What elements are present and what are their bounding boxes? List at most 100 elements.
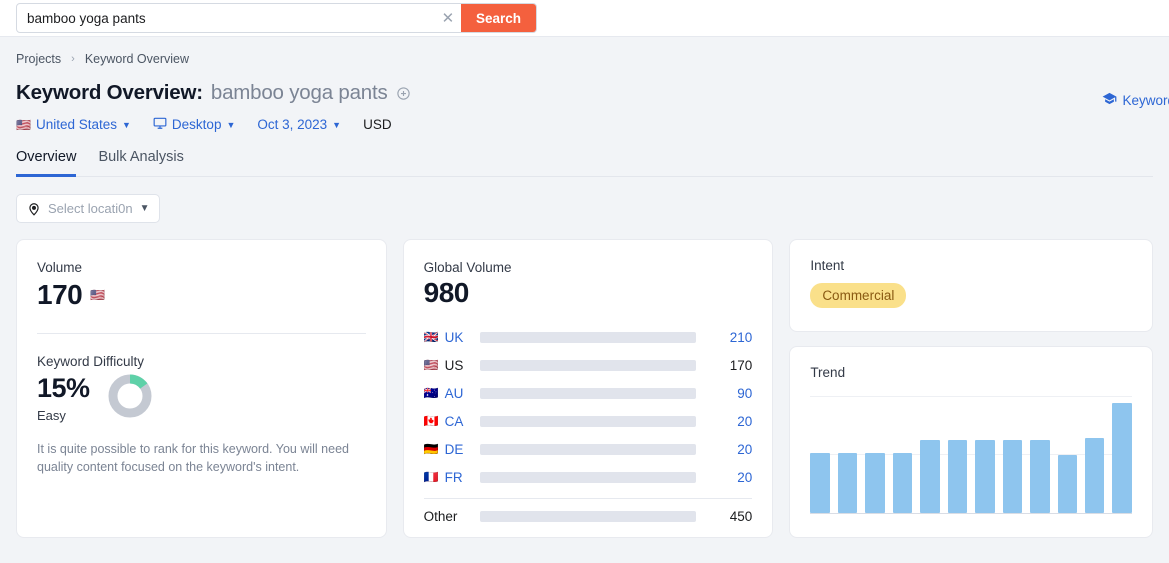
trend-bar — [1002, 440, 1023, 513]
country-selector[interactable]: 🇺🇸 United States ▼ — [16, 117, 131, 132]
clear-search-icon[interactable]: ✕ — [434, 4, 461, 32]
global-volume-label: Global Volume — [423, 260, 512, 275]
search-button[interactable]: Search — [460, 4, 536, 32]
meta-row: 🇺🇸 United States ▼ Desktop ▼ Oct 3, 2023… — [16, 116, 1153, 133]
country-link-fr[interactable]: 🇫🇷 FR — [424, 470, 480, 485]
column-middle: Global Volume 980 🇬🇧 UK 210 🇺🇸 US 170 🇦🇺 AU 90 🇨🇦… — [402, 239, 774, 538]
global-volume-row-other: Other 450 — [424, 502, 753, 530]
column-left: Volume 170 🇺🇸 Keyword Difficulty 15% Eas… — [16, 239, 387, 538]
global-volume-row: 🇬🇧 UK 210 — [424, 323, 753, 351]
country-link-us: 🇺🇸 US — [424, 358, 480, 373]
country-label: United States — [35, 117, 117, 132]
trend-bar — [1112, 403, 1132, 513]
country-link-de[interactable]: 🇩🇪 DE — [424, 442, 480, 457]
global-volume-total: 980 — [423, 277, 470, 308]
keyword-difficulty-row: 15% Easy — [37, 373, 366, 424]
volume-value: 170 — [37, 279, 83, 310]
country-code-label: CA — [444, 413, 464, 429]
global-volume-rows: 🇬🇧 UK 210 🇺🇸 US 170 🇦🇺 AU 90 🇨🇦 CA 20 🇩🇪 DE 20 🇫🇷 FR 20 — [424, 323, 753, 491]
country-code-label: AU — [444, 385, 464, 401]
country-code-label: US — [444, 357, 464, 373]
intent-label: Intent — [810, 258, 845, 273]
ca-flag-icon: 🇨🇦 — [423, 414, 439, 428]
trend-bar — [1057, 454, 1077, 513]
intent-badge[interactable]: Commercial — [810, 283, 907, 308]
volume-value[interactable]: 20 — [696, 470, 752, 485]
volume-value-other: 450 — [729, 508, 753, 524]
volume-bar-track — [479, 471, 697, 483]
add-keyword-icon[interactable] — [396, 86, 411, 101]
search-bar: ✕ Search — [0, 0, 1169, 37]
us-flag-icon: 🇺🇸 — [423, 358, 439, 372]
us-flag-icon: 🇺🇸 — [16, 117, 31, 132]
volume-label: Volume — [37, 260, 83, 275]
country-link-uk[interactable]: 🇬🇧 UK — [424, 330, 480, 345]
volume-value-row: 170 🇺🇸 — [37, 279, 366, 311]
tab-bar: Overview Bulk Analysis — [16, 149, 1153, 177]
country-link-au[interactable]: 🇦🇺 AU — [424, 386, 480, 401]
intent-card: Intent Commercial — [789, 239, 1153, 332]
chevron-down-icon: ▼ — [332, 119, 342, 130]
device-label: Desktop — [171, 117, 222, 132]
keyword-difficulty-percent: 15% — [37, 373, 90, 404]
page-title: Keyword Overview: — [16, 81, 203, 104]
global-volume-row: 🇦🇺 AU 90 — [424, 379, 753, 407]
page-body: Projects › Keyword Overview Keyword Keyw… — [0, 37, 1169, 538]
date-selector[interactable]: Oct 3, 2023 ▼ — [257, 117, 341, 132]
keyword-difficulty-text: 15% Easy — [37, 373, 90, 423]
keyword-difficulty-donut — [107, 373, 153, 424]
divider — [37, 333, 366, 334]
location-select[interactable]: Select locati0n ▼ — [16, 194, 161, 223]
volume-bar-track — [479, 387, 697, 399]
location-pin-icon — [27, 202, 41, 216]
tab-bulk-analysis[interactable]: Bulk Analysis — [98, 149, 183, 177]
global-volume-row: 🇫🇷 FR 20 — [424, 463, 753, 491]
trend-bar — [1030, 440, 1050, 513]
tab-overview[interactable]: Overview — [16, 149, 77, 177]
chevron-down-icon: ▼ — [226, 119, 236, 130]
global-volume-row: 🇺🇸 US 170 — [424, 351, 753, 379]
volume-bar-track — [479, 443, 697, 455]
volume-value[interactable]: 90 — [696, 386, 752, 401]
trend-bars — [810, 403, 1132, 513]
location-placeholder: Select locati0n — [48, 201, 133, 216]
de-flag-icon: 🇩🇪 — [423, 442, 439, 456]
country-code-label: FR — [444, 469, 463, 485]
trend-label: Trend — [810, 365, 846, 380]
keyword-help-label: Keyword — [1122, 92, 1169, 108]
volume-bar-track — [479, 331, 697, 343]
cards-grid: Volume 170 🇺🇸 Keyword Difficulty 15% Eas… — [16, 239, 1153, 538]
breadcrumb-item-keyword-overview[interactable]: Keyword Overview — [85, 52, 189, 66]
page-title-row: Keyword Overview: bamboo yoga pants — [16, 81, 1153, 105]
trend-bar — [865, 452, 885, 513]
device-selector[interactable]: Desktop ▼ — [153, 116, 235, 133]
trend-bar — [920, 440, 940, 513]
page-title-keyword: bamboo yoga pants — [210, 81, 388, 104]
trend-bar — [892, 452, 913, 513]
gridline-top — [810, 396, 1132, 397]
currency-label: USD — [363, 117, 392, 132]
trend-chart — [810, 396, 1132, 514]
trend-bar — [1085, 438, 1105, 513]
volume-card: Volume 170 🇺🇸 Keyword Difficulty 15% Eas… — [16, 239, 387, 538]
volume-value[interactable]: 20 — [696, 414, 752, 429]
volume-value: 170 — [729, 357, 753, 373]
uk-flag-icon: 🇬🇧 — [423, 330, 439, 344]
fr-flag-icon: 🇫🇷 — [423, 470, 439, 484]
volume-value[interactable]: 20 — [696, 442, 752, 457]
country-code-label: DE — [444, 441, 464, 457]
volume-bar-track — [479, 359, 697, 371]
volume-bar-track — [479, 510, 697, 522]
search-input[interactable] — [17, 4, 435, 32]
breadcrumb-item-projects[interactable]: Projects — [16, 52, 61, 66]
country-link-ca[interactable]: 🇨🇦 CA — [424, 414, 480, 429]
location-row: Select locati0n ▼ — [16, 194, 1153, 223]
divider — [423, 498, 753, 499]
keyword-difficulty-label: Keyword Difficulty — [37, 354, 145, 369]
trend-bar — [837, 452, 858, 513]
date-label: Oct 3, 2023 — [257, 117, 328, 132]
volume-value[interactable]: 210 — [696, 330, 753, 345]
country-code-label: UK — [444, 329, 464, 345]
keyword-help-link[interactable]: Keyword — [1102, 91, 1169, 109]
volume-bar-track — [479, 415, 697, 427]
